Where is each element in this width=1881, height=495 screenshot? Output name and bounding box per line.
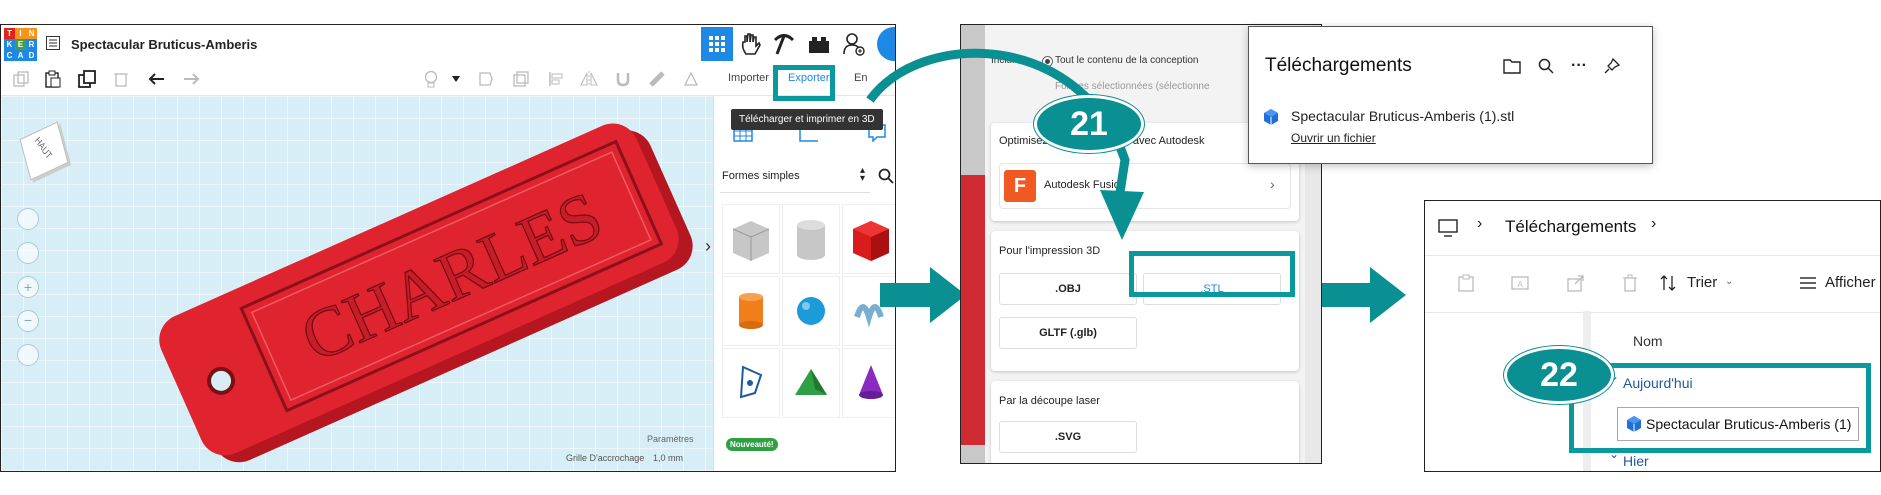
laser-card: Par la découpe laser .SVG xyxy=(991,381,1299,463)
pin-icon[interactable] xyxy=(1601,55,1623,77)
logo-letter: R xyxy=(26,39,37,50)
keychain-model[interactable]: CHARLES xyxy=(131,114,711,472)
search-icon[interactable] xyxy=(1535,55,1557,77)
logo-letter: T xyxy=(4,28,15,39)
logo-letter: C xyxy=(4,50,15,61)
align-icon[interactable] xyxy=(546,69,566,89)
logo-letter: N xyxy=(26,28,37,39)
rename-icon[interactable]: A xyxy=(1509,272,1531,294)
gltf-button[interactable]: GLTF (.glb) xyxy=(999,317,1137,349)
import-button[interactable]: Importer xyxy=(728,72,769,84)
3d-view-button[interactable] xyxy=(701,27,733,61)
computer-icon[interactable] xyxy=(1437,217,1459,239)
logo-letter: A xyxy=(15,50,26,61)
curved-arrow-21 xyxy=(866,48,1144,240)
shape-cone[interactable] xyxy=(842,348,895,418)
shape-sphere[interactable] xyxy=(782,276,840,346)
file-highlight xyxy=(1569,363,1871,453)
home-view-icon[interactable] xyxy=(17,208,39,230)
workplane[interactable]: HAUT + − CHARLES Paramètres Grille D'acc… xyxy=(1,96,713,472)
column-name-header[interactable]: Nom xyxy=(1633,333,1663,349)
fit-view-icon[interactable] xyxy=(17,242,39,264)
duplicate-icon[interactable] xyxy=(77,69,97,89)
export-highlight xyxy=(773,65,835,101)
light-bulb-icon[interactable] xyxy=(421,69,441,89)
more-options-icon[interactable]: ··· xyxy=(1567,55,1591,77)
pickaxe-icon[interactable] xyxy=(771,31,797,57)
logo-letter: D xyxy=(26,50,37,61)
step-22-badge: 22 xyxy=(1504,346,1614,404)
brick-icon[interactable] xyxy=(807,33,831,55)
group-yesterday[interactable]: Hier xyxy=(1623,453,1649,469)
grid-value[interactable]: 1,0 mm xyxy=(653,453,683,463)
stl-file-icon xyxy=(1261,107,1281,127)
open-file-link[interactable]: Ouvrir un fichier xyxy=(1291,131,1376,145)
sort-chevron-icon: ⌄ xyxy=(1725,276,1734,287)
tinkercad-logo[interactable]: T I N K E R C A D xyxy=(4,28,37,61)
breadcrumb-chevron-icon: › xyxy=(1651,215,1657,232)
design-list-icon[interactable] xyxy=(45,35,61,51)
file-explorer-panel: › Téléchargements › A Trier ⌄ Afficher N… xyxy=(1424,200,1881,472)
design-title[interactable]: Spectacular Bruticus-Amberis xyxy=(71,37,257,52)
sort-button[interactable]: Trier xyxy=(1687,274,1717,291)
breadcrumb-chevron-icon: › xyxy=(1477,215,1483,232)
top-bar: T I N K E R C A D Spectacular Bruticus-A… xyxy=(1,25,895,64)
view-icon[interactable] xyxy=(1797,272,1819,294)
mirror-icon[interactable] xyxy=(579,69,599,89)
svg-text:A: A xyxy=(1517,280,1523,289)
chevron-down-icon[interactable] xyxy=(449,69,463,89)
downloads-title: Téléchargements xyxy=(1265,55,1412,76)
chevron-right-icon: › xyxy=(1270,176,1275,192)
collapse-panel-chevron-icon[interactable]: › xyxy=(705,236,711,257)
logo-letter: K xyxy=(4,39,15,50)
shapes-dropdown[interactable]: Formes simples ▴ ▾ xyxy=(720,160,870,193)
params-label[interactable]: Paramètres xyxy=(647,434,694,444)
tinkercad-panel: T I N K E R C A D Spectacular Bruticus-A… xyxy=(0,24,896,472)
shape-box-hole[interactable] xyxy=(722,204,780,274)
grid-label: Grille D'accrochage xyxy=(566,453,645,463)
downloads-popup: Téléchargements ··· Spectacular Bruticus… xyxy=(1248,26,1653,164)
delete-icon[interactable] xyxy=(1619,272,1641,294)
ruler-icon[interactable] xyxy=(647,69,667,89)
hole-tool-icon[interactable] xyxy=(511,69,531,89)
undo-icon[interactable] xyxy=(147,69,167,89)
shape-tool-icon[interactable] xyxy=(476,69,496,89)
svg-button[interactable]: .SVG xyxy=(999,421,1137,453)
zoom-in-icon[interactable]: + xyxy=(17,276,39,298)
arrow-right-2 xyxy=(1320,267,1406,323)
workplane-icon[interactable] xyxy=(681,69,701,89)
shape-pen-tool[interactable] xyxy=(722,348,780,418)
view-cube-label: HAUT xyxy=(32,134,55,162)
edit-toolbar: Importer Exporter En xyxy=(1,63,895,96)
new-badge: Nouveauté! xyxy=(726,438,778,451)
hand-icon[interactable] xyxy=(738,31,764,57)
step-21-badge: 21 xyxy=(1034,95,1144,153)
orthographic-icon[interactable] xyxy=(17,344,39,366)
magnet-icon[interactable] xyxy=(613,69,633,89)
downloaded-file-name[interactable]: Spectacular Bruticus-Amberis (1).stl xyxy=(1291,108,1514,124)
delete-icon[interactable] xyxy=(111,69,131,89)
logo-letter: I xyxy=(15,28,26,39)
redo-icon[interactable] xyxy=(181,69,201,89)
copy-icon[interactable] xyxy=(11,69,31,89)
folder-icon[interactable] xyxy=(1501,55,1523,77)
zoom-out-icon[interactable]: − xyxy=(17,310,39,332)
shape-cylinder[interactable] xyxy=(722,276,780,346)
share-icon[interactable] xyxy=(1565,272,1587,294)
shape-roof[interactable] xyxy=(782,348,840,418)
sort-icon[interactable] xyxy=(1657,272,1679,294)
logo-letter: E xyxy=(15,39,26,50)
paste-icon[interactable] xyxy=(1455,272,1477,294)
laser-heading: Par la découpe laser xyxy=(999,395,1100,407)
paste-icon[interactable] xyxy=(43,69,63,89)
shape-cylinder-hole[interactable] xyxy=(782,204,840,274)
breadcrumb-downloads[interactable]: Téléchargements xyxy=(1505,217,1636,237)
view-cube[interactable]: HAUT xyxy=(19,121,69,181)
view-button[interactable]: Afficher xyxy=(1825,274,1876,291)
explorer-toolbar: A Trier ⌄ Afficher xyxy=(1425,255,1880,313)
shapes-dropdown-label: Formes simples xyxy=(722,170,800,182)
